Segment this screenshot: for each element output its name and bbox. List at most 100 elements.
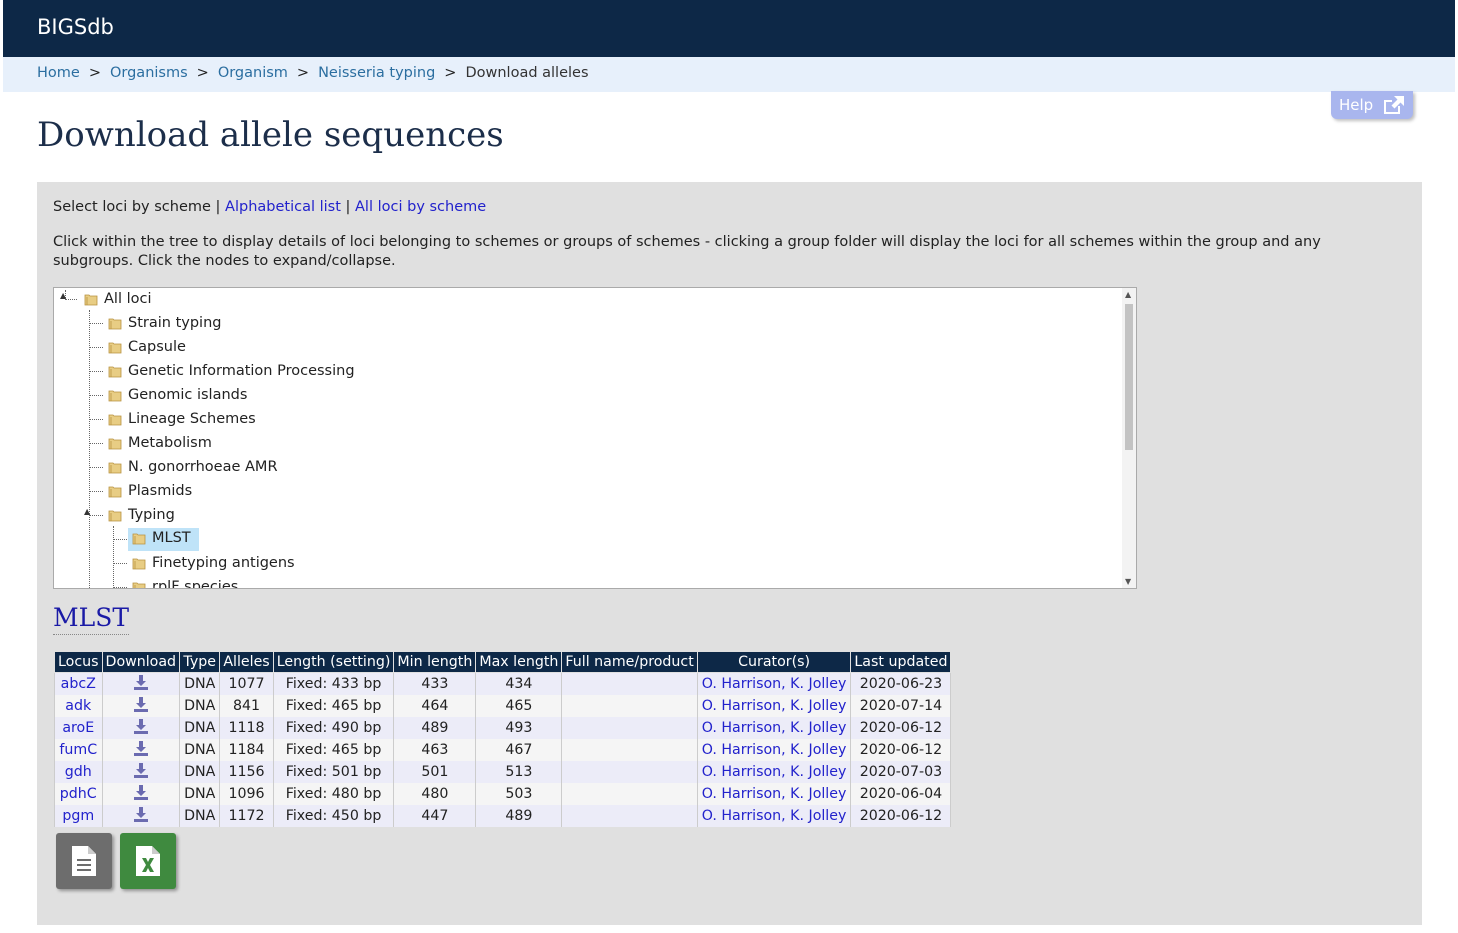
locus-link[interactable]: aroE [62, 720, 94, 736]
tree-node-mlst[interactable]: MLST [128, 528, 199, 551]
table-row: adk DNA 841 Fixed: 465 bp 464 465 O. Har… [54, 695, 952, 717]
all-loci-by-scheme-link[interactable]: All loci by scheme [355, 199, 486, 215]
download-icon[interactable] [132, 761, 150, 783]
column-header: Length (setting) [272, 651, 395, 673]
min-length-cell: 501 [393, 761, 477, 783]
column-header: Alleles [219, 651, 274, 673]
tree-node-label: All loci [104, 291, 152, 307]
alleles-cell: 1118 [219, 717, 274, 739]
table-row: pdhC DNA 1096 Fixed: 480 bp 480 503 O. H… [54, 783, 952, 805]
alleles-cell: 841 [219, 695, 274, 717]
download-icon[interactable] [132, 805, 150, 827]
breadcrumb-separator: > [296, 65, 310, 81]
scheme-heading[interactable]: MLST [53, 603, 130, 635]
column-header: Max length [475, 651, 563, 673]
breadcrumb-organisms[interactable]: Organisms [110, 65, 188, 81]
tree-node-label: Capsule [128, 339, 186, 355]
min-length-cell: 463 [393, 739, 477, 761]
page-title: Download allele sequences [37, 115, 504, 155]
full-name-cell [561, 761, 698, 783]
updated-cell: 2020-06-12 [850, 805, 952, 827]
download-icon[interactable] [132, 739, 150, 761]
scrollbar-thumb[interactable] [1125, 304, 1133, 450]
locus-link[interactable]: fumC [59, 742, 97, 758]
folder-icon [84, 292, 98, 306]
breadcrumb-separator: > [196, 65, 209, 81]
tree-node-label: Finetyping antigens [152, 555, 295, 571]
folder-icon [108, 316, 122, 330]
type-cell: DNA [179, 783, 221, 805]
length-cell: Fixed: 465 bp [272, 739, 395, 761]
max-length-cell: 513 [475, 761, 563, 783]
loci-table: Locus Download Type Alleles Length (sett… [54, 651, 952, 827]
type-cell: DNA [179, 717, 221, 739]
curators-link[interactable]: O. Harrison, K. Jolley [702, 720, 847, 736]
type-cell: DNA [179, 761, 221, 783]
folder-icon [108, 412, 122, 426]
table-row: gdh DNA 1156 Fixed: 501 bp 501 513 O. Ha… [54, 761, 952, 783]
brand-title[interactable]: BIGSdb [37, 15, 114, 39]
export-excel-button[interactable] [120, 833, 176, 889]
locus-link[interactable]: adk [65, 698, 91, 714]
full-name-cell [561, 717, 698, 739]
folder-icon [132, 556, 146, 570]
download-icon[interactable] [132, 695, 150, 717]
tree-node-label: Metabolism [128, 435, 212, 451]
folder-icon [132, 531, 146, 545]
scroll-down-icon[interactable]: ▼ [1125, 577, 1131, 586]
updated-cell: 2020-06-23 [850, 672, 952, 695]
collapse-toggle-icon[interactable]: ▲ [60, 291, 66, 300]
curators-link[interactable]: O. Harrison, K. Jolley [702, 698, 847, 714]
download-icon[interactable] [132, 673, 150, 695]
min-length-cell: 447 [393, 805, 477, 827]
folder-icon [108, 436, 122, 450]
loci-selector: Select loci by scheme | Alphabetical lis… [53, 199, 486, 215]
min-length-cell: 433 [393, 672, 477, 695]
breadcrumb-neisseria-typing[interactable]: Neisseria typing [318, 65, 435, 81]
min-length-cell: 480 [393, 783, 477, 805]
help-button[interactable]: Help [1331, 91, 1413, 119]
scroll-up-icon[interactable]: ▲ [1125, 290, 1131, 299]
curators-link[interactable]: O. Harrison, K. Jolley [702, 808, 847, 824]
full-name-cell [561, 672, 698, 695]
tree-node-label: Strain typing [128, 315, 222, 331]
content-panel: Select loci by scheme | Alphabetical lis… [37, 182, 1422, 925]
excel-file-icon [136, 846, 160, 876]
column-header: Full name/product [561, 651, 698, 673]
download-icon[interactable] [132, 783, 150, 805]
download-icon[interactable] [132, 717, 150, 739]
updated-cell: 2020-06-04 [850, 783, 952, 805]
folder-icon [108, 460, 122, 474]
column-header: Last updated [850, 651, 952, 673]
type-cell: DNA [179, 695, 221, 717]
tree-node-label: rplF species [152, 579, 239, 589]
length-cell: Fixed: 480 bp [272, 783, 395, 805]
collapse-toggle-icon[interactable]: ▲ [84, 507, 90, 516]
curators-link[interactable]: O. Harrison, K. Jolley [702, 764, 847, 780]
curators-link[interactable]: O. Harrison, K. Jolley [702, 676, 847, 692]
alphabetical-list-link[interactable]: Alphabetical list [225, 199, 341, 215]
locus-link[interactable]: gdh [65, 764, 92, 780]
breadcrumb-organism[interactable]: Organism [218, 65, 288, 81]
curators-link[interactable]: O. Harrison, K. Jolley [702, 742, 847, 758]
tree-node-label: Plasmids [128, 483, 193, 499]
locus-link[interactable]: pdhC [60, 786, 97, 802]
locus-link[interactable]: pgm [62, 808, 94, 824]
table-header-row: Locus Download Type Alleles Length (sett… [54, 651, 952, 673]
tree-scrollbar[interactable]: ▲ ▼ [1122, 288, 1136, 588]
curators-link[interactable]: O. Harrison, K. Jolley [702, 786, 847, 802]
min-length-cell: 489 [393, 717, 477, 739]
export-text-button[interactable] [56, 833, 112, 889]
full-name-cell [561, 739, 698, 761]
folder-icon [108, 364, 122, 378]
locus-link[interactable]: abcZ [61, 676, 96, 692]
table-row: aroE DNA 1118 Fixed: 490 bp 489 493 O. H… [54, 717, 952, 739]
scheme-tree[interactable]: ▲ ▲ All loci Strain typing Capsule Genet… [53, 287, 1137, 589]
tree-node-label: Typing [128, 507, 175, 523]
tree-instructions: Click within the tree to display details… [53, 234, 1321, 269]
tree-node-label: Lineage Schemes [128, 411, 256, 427]
selector-separator: | [215, 199, 221, 215]
external-link-icon [1381, 94, 1407, 120]
alleles-cell: 1184 [219, 739, 274, 761]
breadcrumb-home[interactable]: Home [37, 65, 80, 81]
